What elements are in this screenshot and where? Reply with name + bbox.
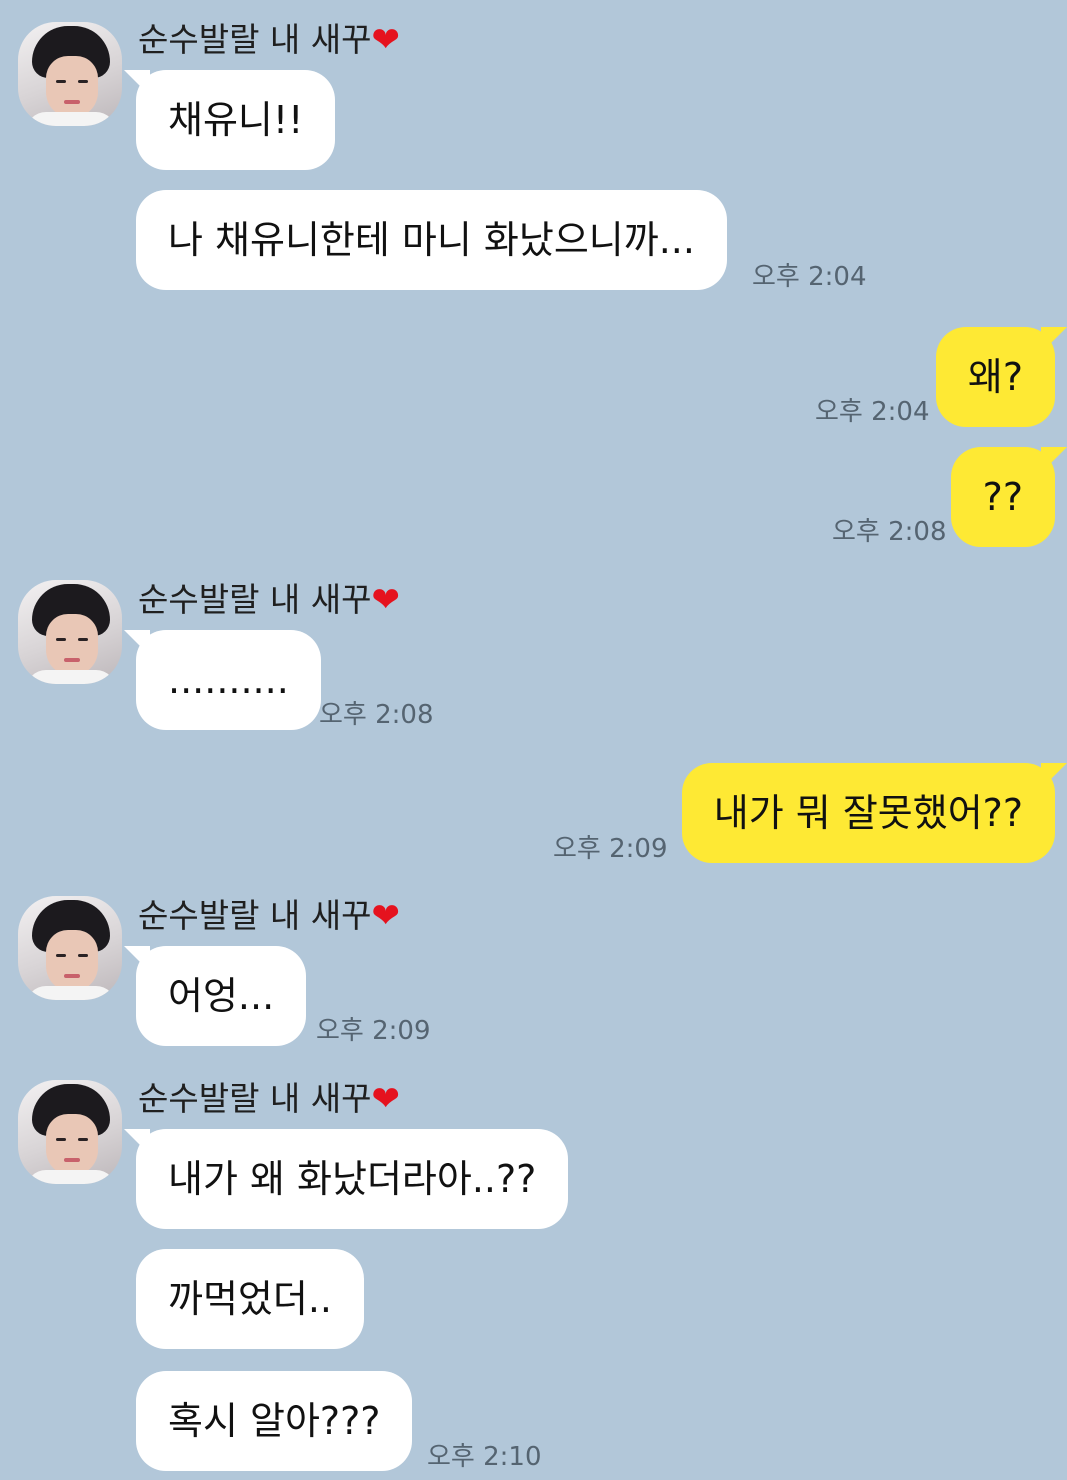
contact-avatar[interactable] bbox=[18, 580, 122, 684]
message-bubble[interactable]: 나 채유니한테 마니 화났으니까... bbox=[136, 190, 727, 290]
message-time: 오후 2:04 bbox=[815, 397, 930, 427]
message-time: 오후 2:04 bbox=[752, 262, 867, 292]
sender-name: 순수발랄 내 새꾸❤ bbox=[138, 896, 400, 936]
my-message-bubble[interactable]: 내가 뭐 잘못했어?? bbox=[681, 763, 1067, 863]
message-time: 오후 2:10 bbox=[427, 1442, 542, 1472]
message-time: 오후 2:08 bbox=[832, 517, 947, 547]
my-message-bubble[interactable]: 왜? bbox=[935, 327, 1067, 427]
my-message-bubble[interactable]: ?? bbox=[950, 447, 1067, 547]
heart-icon: ❤ bbox=[371, 580, 401, 620]
sender-name: 순수발랄 내 새꾸❤ bbox=[138, 20, 400, 60]
message-bubble[interactable]: 혹시 알아??? bbox=[136, 1371, 413, 1471]
message-time: 오후 2:09 bbox=[553, 834, 668, 864]
message-bubble[interactable]: 까먹었더.. bbox=[136, 1249, 364, 1349]
message-bubble[interactable]: 채유니!! bbox=[123, 70, 336, 170]
heart-icon: ❤ bbox=[371, 896, 401, 936]
heart-icon: ❤ bbox=[371, 20, 401, 60]
contact-avatar[interactable] bbox=[18, 22, 122, 126]
message-time: 오후 2:09 bbox=[316, 1016, 431, 1046]
message-bubble[interactable]: 내가 왜 화났더라아..?? bbox=[123, 1129, 569, 1229]
sender-name: 순수발랄 내 새꾸❤ bbox=[138, 580, 400, 620]
sender-name: 순수발랄 내 새꾸❤ bbox=[138, 1079, 400, 1119]
message-bubble[interactable]: .......... bbox=[124, 630, 321, 730]
contact-avatar[interactable] bbox=[18, 1080, 122, 1184]
message-time: 오후 2:08 bbox=[319, 700, 434, 730]
contact-avatar[interactable] bbox=[18, 896, 122, 1000]
heart-icon: ❤ bbox=[371, 1079, 401, 1119]
message-bubble[interactable]: 어엉... bbox=[123, 946, 307, 1046]
